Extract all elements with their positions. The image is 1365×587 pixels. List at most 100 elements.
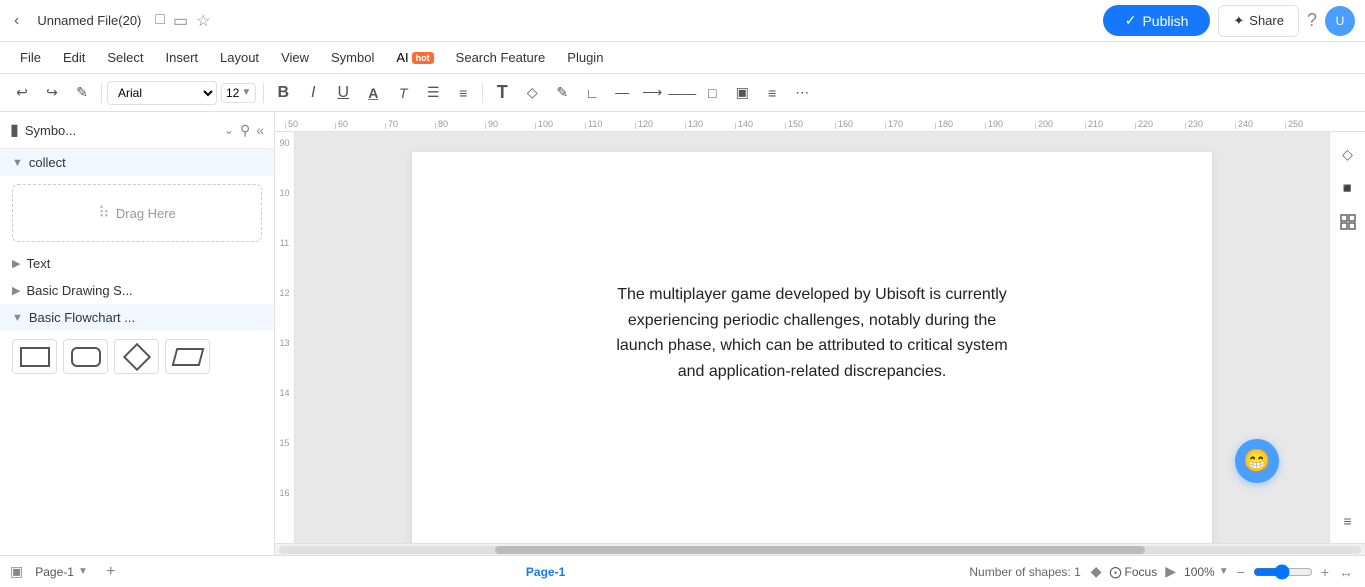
strikethrough-button[interactable]: T xyxy=(389,79,417,107)
dashed-line-button[interactable]: ―― xyxy=(668,79,696,107)
shape-parallelogram-preview[interactable] xyxy=(165,339,210,374)
menu-plugin[interactable]: Plugin xyxy=(557,46,613,69)
panel-content: ▼ collect ⠷ Drag Here ▶ Text ▶ Basic Dra… xyxy=(0,149,274,555)
ruler-mark-190: 190 xyxy=(985,123,1035,129)
category-flowchart-label: Basic Flowchart ... xyxy=(29,310,135,325)
toolbar-divider-3 xyxy=(482,83,483,103)
shape-diamond-preview[interactable] xyxy=(114,339,159,374)
h-scrollbar[interactable] xyxy=(275,543,1365,555)
page-tab-1[interactable]: Page-1 ▼ xyxy=(27,562,96,582)
add-page-button[interactable]: + xyxy=(100,561,122,583)
ruler-mark-170: 170 xyxy=(885,123,935,129)
menu-edit[interactable]: Edit xyxy=(53,46,95,69)
category-basic-drawing[interactable]: ▶ Basic Drawing S... xyxy=(0,277,274,304)
shape-diamond xyxy=(122,342,150,370)
theme-icon[interactable]: ◾ xyxy=(1334,174,1362,202)
play-icon[interactable]: ▶ xyxy=(1163,561,1178,582)
page-icon: ▣ xyxy=(10,563,23,580)
canvas-text-block[interactable]: The multiplayer game developed by Ubisof… xyxy=(612,282,1012,384)
undo-button[interactable]: ↩ xyxy=(8,79,36,107)
menu-insert[interactable]: Insert xyxy=(156,46,209,69)
menu-search-feature[interactable]: Search Feature xyxy=(446,46,556,69)
redo-button[interactable]: ↪ xyxy=(38,79,66,107)
table-row-button[interactable]: ≡ xyxy=(758,79,786,107)
more-tools-button[interactable]: ⋯ xyxy=(788,79,816,107)
format-paint-button[interactable]: ✎ xyxy=(68,79,96,107)
layer-icon[interactable]: ◆ xyxy=(1089,561,1104,582)
filter-icon[interactable]: ≡ xyxy=(1334,507,1362,535)
file-title: Unnamed File(20) xyxy=(37,13,141,28)
font-color-button[interactable]: A xyxy=(359,79,387,107)
align-button[interactable]: ☰ xyxy=(419,79,447,107)
font-size-value: 12 xyxy=(226,86,239,100)
bottom-icons: ◆ ⨀ Focus ▶ 100% ▼ − + ↔ xyxy=(1089,561,1355,582)
panel-search-icon[interactable]: ⚲ xyxy=(240,122,250,139)
star-icon[interactable]: ☆ xyxy=(196,11,210,31)
menu-ai[interactable]: AI hot xyxy=(386,46,443,69)
ruler-mark-150: 150 xyxy=(785,123,835,129)
arrow-style-button[interactable]: ⟶ xyxy=(638,79,666,107)
ruler-vmark-100: 10 xyxy=(275,186,294,236)
help-icon[interactable]: ? xyxy=(1307,10,1317,31)
zoom-slider[interactable] xyxy=(1253,564,1313,580)
zoom-dropdown-icon[interactable]: ▼ xyxy=(1219,566,1229,577)
zoom-in-icon[interactable]: + xyxy=(1319,562,1331,582)
shape-tool-button[interactable]: ◇ xyxy=(518,79,546,107)
category-text[interactable]: ▶ Text xyxy=(0,250,274,277)
publish-button[interactable]: ✓ Publish xyxy=(1103,5,1211,36)
share-link-icon[interactable]: ▭ xyxy=(173,11,188,31)
shape-rounded-preview[interactable] xyxy=(63,339,108,374)
font-size-control[interactable]: 12 ▼ xyxy=(221,83,256,103)
text-align-button[interactable]: ≡ xyxy=(449,79,477,107)
cat-arrow-collect: ▼ xyxy=(12,157,23,169)
category-collect[interactable]: ▼ collect xyxy=(0,149,274,176)
ai-chat-bubble[interactable]: 😁 xyxy=(1235,439,1279,483)
active-page-name: Page-1 xyxy=(526,565,565,579)
menu-symbol[interactable]: Symbol xyxy=(321,46,384,69)
fit-screen-icon[interactable]: ↔ xyxy=(1337,562,1355,582)
focus-button[interactable]: ⨀ Focus xyxy=(1110,565,1158,579)
grid-icon[interactable] xyxy=(1334,208,1362,236)
active-page-label[interactable]: Page-1 xyxy=(518,562,573,582)
ruler-mark-200: 200 xyxy=(1035,123,1085,129)
underline-button[interactable]: U xyxy=(329,79,357,107)
text-tool-button[interactable]: T xyxy=(488,79,516,107)
ruler-vmark-120: 12 xyxy=(275,286,294,336)
font-family-select[interactable]: Arial Times New Roman Helvetica xyxy=(107,81,217,105)
ruler-mark-100: 100 xyxy=(535,123,585,129)
panel-title: Symbo... xyxy=(25,123,218,138)
page-tab-dropdown-icon[interactable]: ▼ xyxy=(78,566,88,577)
drag-here-label: Drag Here xyxy=(116,206,176,221)
share-icon: ✦ xyxy=(1233,13,1244,29)
zoom-out-icon[interactable]: − xyxy=(1235,562,1247,582)
shape-rect-preview[interactable] xyxy=(12,339,57,374)
back-arrow[interactable]: ‹ xyxy=(10,10,23,32)
line-style-button[interactable]: ⎯⎯ xyxy=(608,79,636,107)
avatar[interactable]: U xyxy=(1325,6,1355,36)
category-basic-flowchart[interactable]: ▼ Basic Flowchart ... xyxy=(0,304,274,331)
canvas[interactable]: The multiplayer game developed by Ubisof… xyxy=(295,132,1329,543)
panel-collapse-icon[interactable]: « xyxy=(256,122,264,138)
menu-select[interactable]: Select xyxy=(97,46,153,69)
menu-view[interactable]: View xyxy=(271,46,319,69)
panel-chevron-icon[interactable]: ⌄ xyxy=(224,123,234,137)
menu-file[interactable]: File xyxy=(10,46,51,69)
ruler-vmark-140: 14 xyxy=(275,386,294,436)
drag-here-box[interactable]: ⠷ Drag Here xyxy=(12,184,262,242)
font-size-dropdown-icon[interactable]: ▼ xyxy=(241,87,251,98)
share-button[interactable]: ✦ Share xyxy=(1218,5,1299,37)
italic-button[interactable]: I xyxy=(299,79,327,107)
bookmark-icon[interactable]: □ xyxy=(155,11,165,31)
properties-icon[interactable]: ◇ xyxy=(1334,140,1362,168)
ruler-mark-210: 210 xyxy=(1085,123,1135,129)
card-button[interactable]: ▣ xyxy=(728,79,756,107)
line-tool-button[interactable]: ∟ xyxy=(578,79,606,107)
pen-tool-button[interactable]: ✎ xyxy=(548,79,576,107)
menu-layout[interactable]: Layout xyxy=(210,46,269,69)
bold-button[interactable]: B xyxy=(269,79,297,107)
ruler-horizontal: 50 60 70 80 90 100 110 120 130 140 150 1… xyxy=(275,112,1365,132)
container-button[interactable]: □ xyxy=(698,79,726,107)
category-basic-drawing-label: Basic Drawing S... xyxy=(26,283,132,298)
font-color-icon: A xyxy=(368,85,378,101)
ruler-mark-220: 220 xyxy=(1135,123,1185,129)
